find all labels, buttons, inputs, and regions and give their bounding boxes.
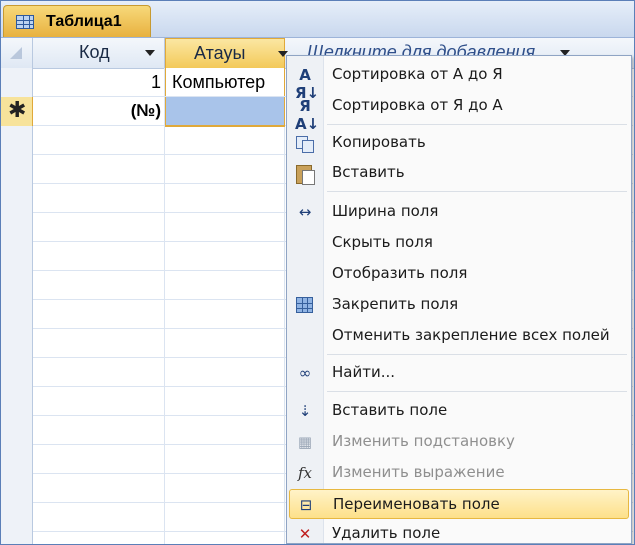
menu-item-label: Переименовать поле (333, 495, 500, 513)
table-tab[interactable]: Таблица1 (3, 5, 151, 37)
cell-new-id[interactable]: (№) (33, 97, 165, 125)
lookup-icon: ▦ (297, 433, 313, 451)
context-menu: А Я↓ Сортировка от А до Я Я А↓ Сортировка … (286, 55, 632, 544)
menu-item-label: Вставить (332, 163, 405, 181)
new-record-selector[interactable]: ✱ (1, 97, 33, 126)
menu-item-label: Копировать (332, 133, 426, 151)
paste-icon (295, 164, 315, 185)
menu-item-label: Вставить поле (332, 401, 448, 419)
menu-item-label: Найти... (332, 363, 396, 381)
column-header-id[interactable]: Код (33, 38, 165, 68)
menu-separator (327, 354, 627, 355)
menu-item-label: Удалить поле (332, 524, 441, 542)
menu-item-sort-desc[interactable]: Я А↓ Сортировка от Я до А (287, 91, 631, 133)
menu-item-hide-fields[interactable]: Скрыть поля (287, 228, 631, 258)
find-binoculars-icon: ∞ (298, 364, 312, 382)
column-header-id-label: Код (79, 42, 110, 62)
menu-item-sort-asc[interactable]: А Я↓ Сортировка от А до Я (287, 60, 631, 102)
menu-item-label: Отобразить поля (332, 264, 468, 282)
delete-field-icon: ✕ (298, 525, 312, 543)
select-all-icon (10, 47, 22, 59)
rename-field-icon: ⊟ (299, 496, 313, 514)
cell-name[interactable]: Компьютер (165, 68, 285, 96)
copy-icon (295, 134, 315, 154)
chevron-down-icon[interactable] (145, 50, 155, 56)
menu-item-edit-expression: fx Изменить выражение (287, 458, 631, 488)
column-header-name[interactable]: Атауы (165, 38, 288, 68)
datasheet-window: Таблица1 Код Атауы Щелкните для добавлен… (0, 0, 635, 545)
menu-item-find[interactable]: ∞ Найти... (287, 358, 631, 388)
sort-desc-icon: Я А↓ (295, 97, 320, 133)
menu-item-label: Ширина поля (332, 202, 439, 220)
menu-item-label: Отменить закрепление всех полей (332, 326, 610, 344)
menu-item-label: Закрепить поля (332, 295, 459, 313)
menu-item-paste[interactable]: Вставить (287, 158, 631, 188)
menu-item-copy[interactable]: Копировать (287, 128, 631, 158)
menu-item-delete-field[interactable]: ✕ Удалить поле (287, 519, 631, 544)
sort-asc-icon: А Я↓ (295, 66, 320, 102)
menu-item-label: Изменить выражение (332, 463, 505, 481)
table-icon (16, 15, 34, 29)
menu-item-unhide-fields[interactable]: Отобразить поля (287, 259, 631, 289)
menu-separator (327, 391, 627, 392)
menu-item-field-width[interactable]: ↔ Ширина поля (287, 197, 631, 227)
cell-new-name[interactable] (165, 97, 285, 125)
menu-item-label: Скрыть поля (332, 233, 433, 251)
selected-column-border (165, 125, 285, 127)
menu-item-freeze-fields[interactable]: Закрепить поля (287, 290, 631, 320)
menu-separator (327, 191, 627, 192)
select-all-corner[interactable] (1, 38, 33, 68)
cell-id[interactable]: 1 (33, 68, 165, 96)
column-width-icon: ↔ (298, 203, 312, 221)
menu-separator (327, 124, 627, 125)
menu-item-label: Изменить подстановку (332, 432, 515, 450)
menu-item-label: Сортировка от Я до А (332, 96, 503, 114)
menu-item-insert-field[interactable]: ⇣ Вставить поле (287, 396, 631, 426)
fx-icon: fx (297, 464, 312, 482)
column-header-name-label: Атауы (194, 43, 246, 63)
menu-item-edit-lookup: ▦ Изменить подстановку (287, 427, 631, 457)
menu-item-label: Сортировка от А до Я (332, 65, 503, 83)
freeze-fields-icon (295, 296, 315, 316)
insert-field-icon: ⇣ (298, 402, 312, 420)
table-tab-label: Таблица1 (46, 13, 122, 30)
menu-item-rename-field[interactable]: ⊟ Переименовать поле (289, 489, 629, 519)
menu-item-unfreeze-all[interactable]: Отменить закрепление всех полей (287, 321, 631, 351)
document-tab-bar: Таблица1 (1, 1, 634, 38)
record-selector-column (1, 68, 33, 544)
new-record-icon: ✱ (8, 98, 27, 123)
